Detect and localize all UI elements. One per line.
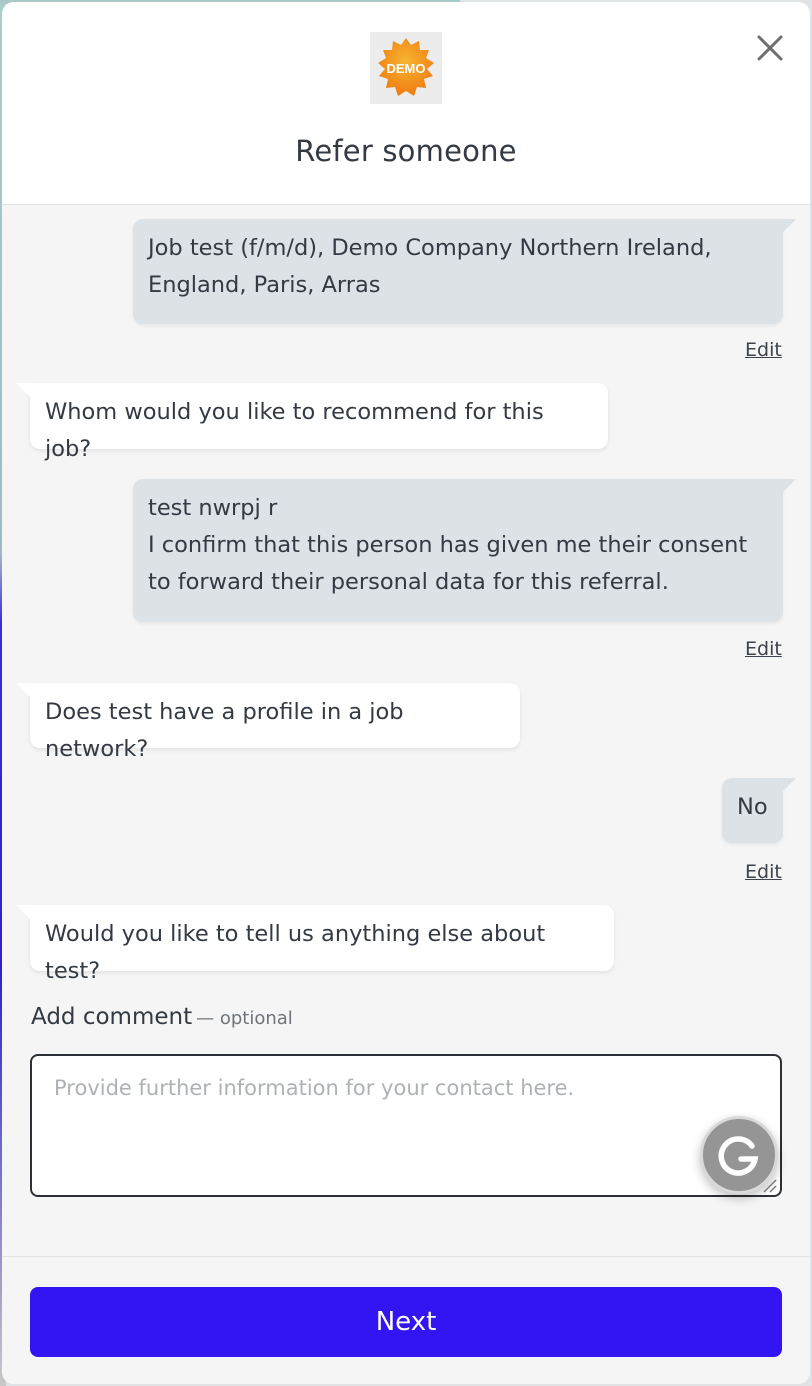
comment-label: Add comment — optional [31, 1004, 293, 1030]
edit-link[interactable]: Edit [745, 638, 782, 660]
close-icon [757, 35, 783, 61]
dialog-header: DEMO Refer someone [2, 2, 810, 205]
message-text: Would you like to tell us anything else … [45, 921, 546, 984]
dialog-footer: Next [2, 1256, 810, 1384]
referral-dialog: DEMO Refer someone Job test (f/m/d), Dem… [2, 2, 810, 1384]
consent-text: I confirm that this person has given me … [148, 532, 748, 595]
message-text: Job test (f/m/d), Demo Company Northern … [148, 235, 712, 298]
resize-grip-icon[interactable] [760, 1176, 778, 1194]
comment-label-text: Add comment [31, 1004, 193, 1030]
next-button[interactable]: Next [30, 1287, 782, 1357]
grammarly-icon [718, 1136, 759, 1176]
message-name-line: test nwrpj r [148, 495, 278, 521]
dialog-title: Refer someone [295, 134, 517, 168]
optional-hint: — optional [196, 1008, 293, 1029]
message-text: Whom would you like to recommend for thi… [45, 399, 544, 462]
edit-link[interactable]: Edit [745, 861, 782, 883]
bot-message: Would you like to tell us anything else … [16, 905, 614, 984]
company-logo: DEMO [370, 32, 442, 104]
user-message: Job test (f/m/d), Demo Company Northern … [133, 219, 796, 324]
message-text: Does test have a profile in a job networ… [45, 699, 404, 762]
message-text: No [737, 794, 768, 820]
demo-badge-icon: DEMO [378, 38, 434, 96]
svg-text:DEMO: DEMO [387, 61, 426, 76]
close-button[interactable] [750, 28, 790, 68]
comment-textarea[interactable] [32, 1056, 780, 1195]
user-message: No [722, 778, 796, 843]
edit-link[interactable]: Edit [745, 339, 782, 361]
bot-message: Does test have a profile in a job networ… [16, 683, 520, 762]
comment-field [30, 1054, 782, 1197]
bot-message: Whom would you like to recommend for thi… [16, 383, 608, 462]
user-message: test nwrpj r I confirm that this person … [133, 479, 796, 622]
